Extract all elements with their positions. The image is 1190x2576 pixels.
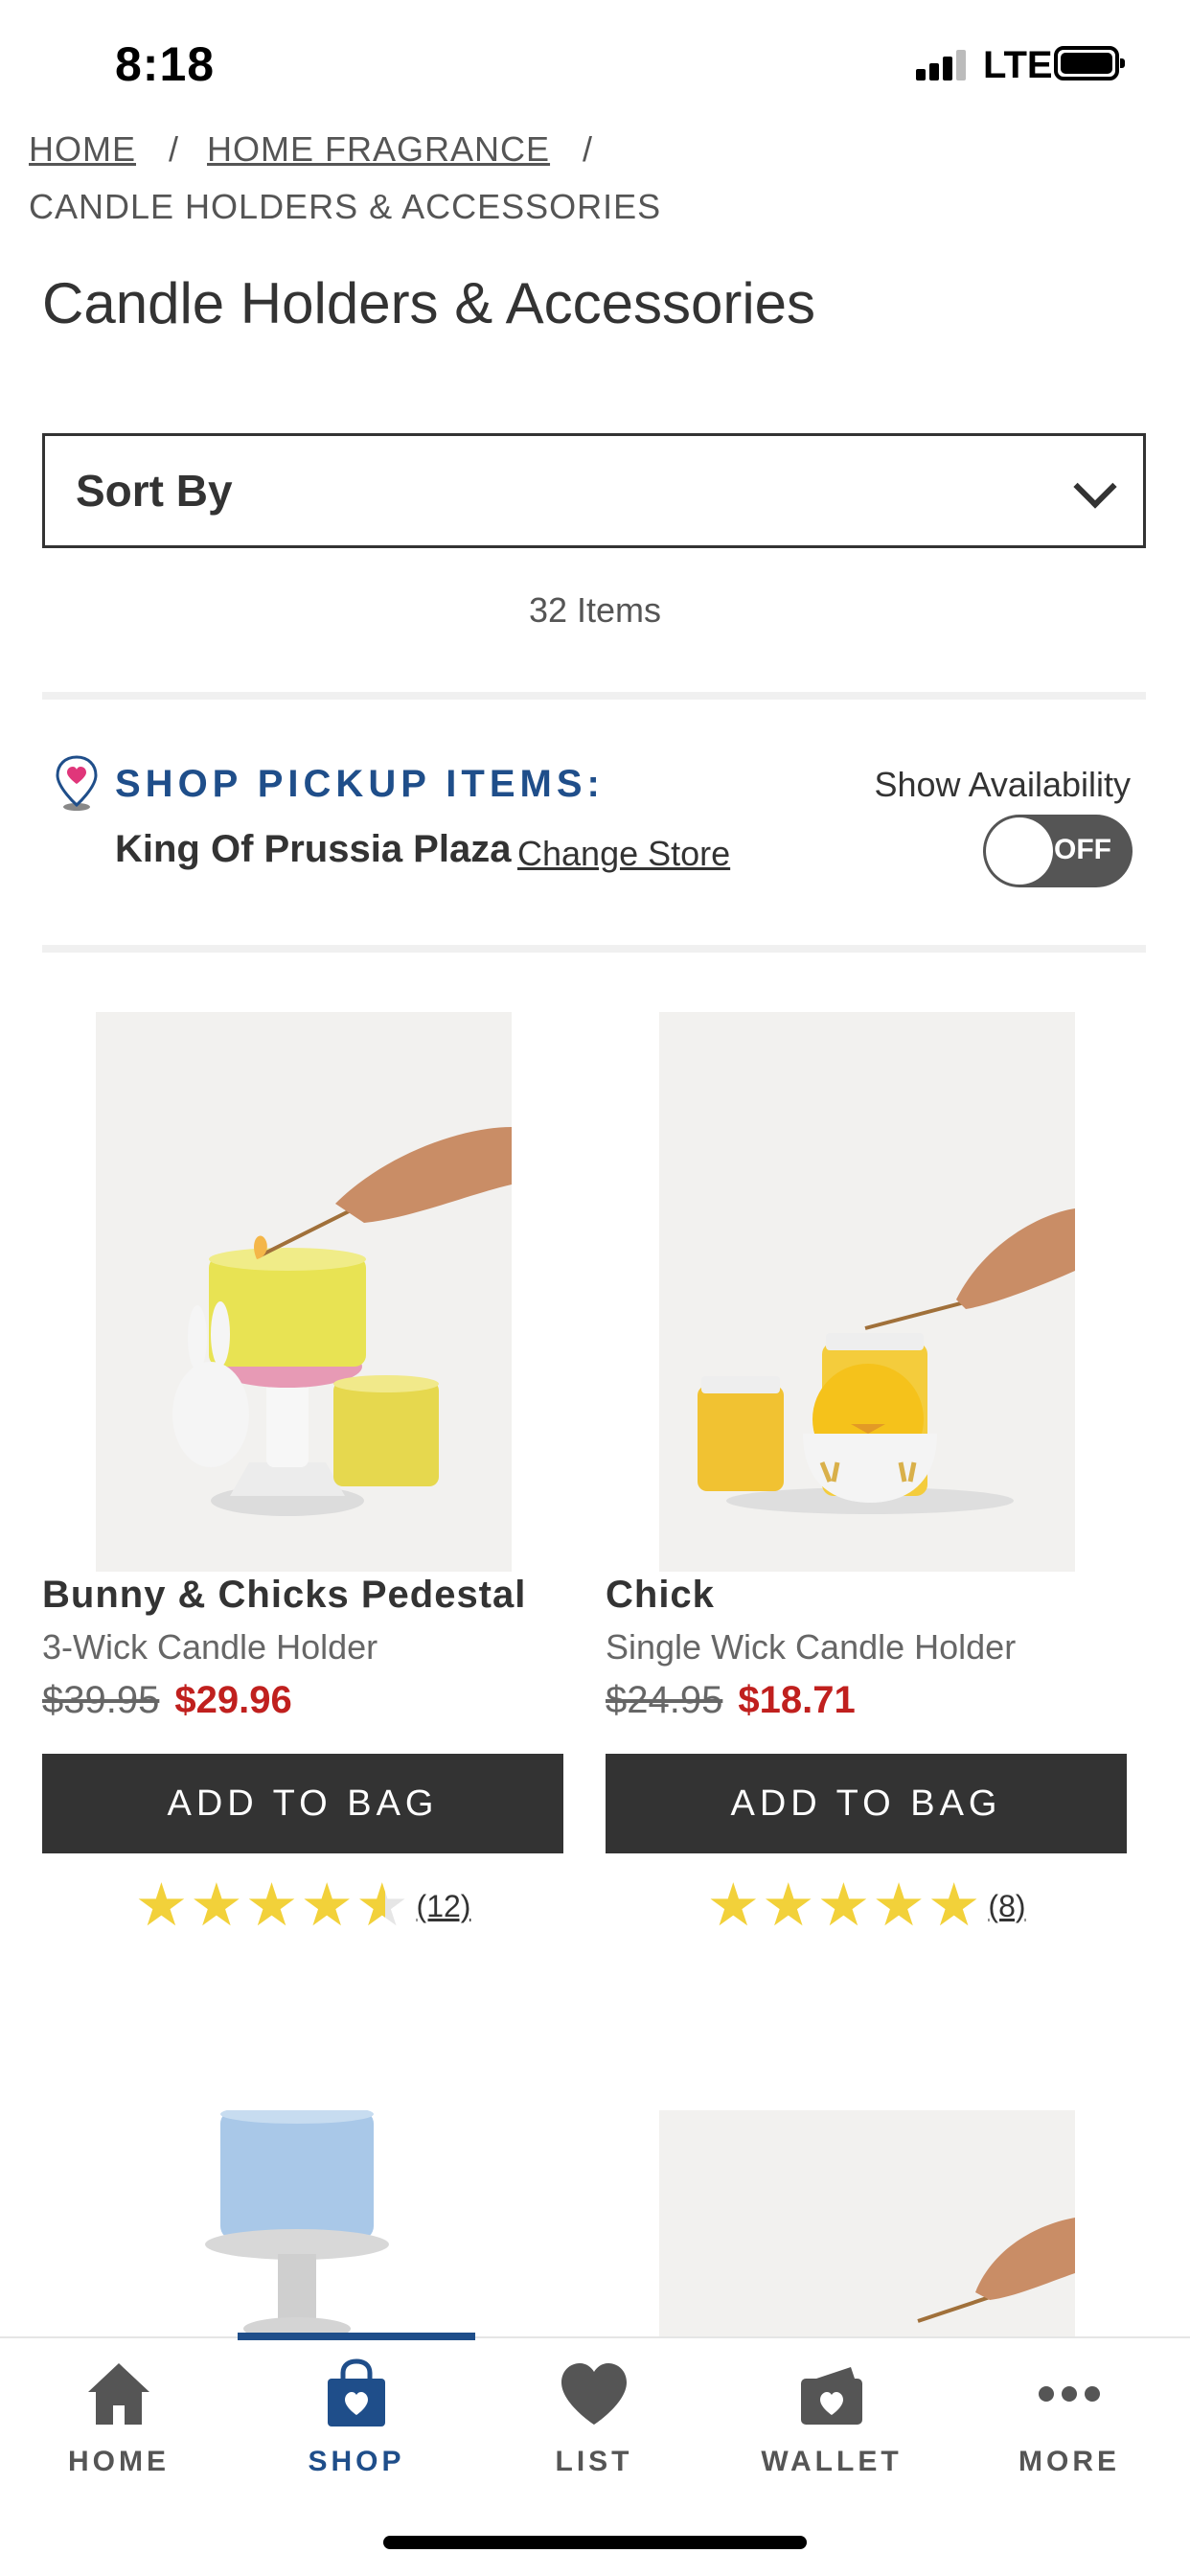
pickup-title: SHOP PICKUP ITEMS: xyxy=(115,763,605,805)
star-icon: ★ xyxy=(134,1873,189,1939)
nav-shop-label: SHOP xyxy=(308,2446,405,2477)
chevron-down-icon xyxy=(1072,470,1114,512)
divider xyxy=(42,945,1146,953)
nav-home-label: HOME xyxy=(68,2446,170,2477)
breadcrumb-current: CANDLE HOLDERS & ACCESSORIES xyxy=(29,187,662,226)
review-count[interactable]: (8) xyxy=(988,1889,1025,1924)
nav-more[interactable]: MORE xyxy=(950,2358,1188,2478)
store-name: King Of Prussia Plaza xyxy=(115,828,512,870)
star-icon: ★ xyxy=(300,1873,354,1939)
product-price: $39.95 $29.96 xyxy=(42,1679,563,1722)
product-subtitle: 3-Wick Candle Holder xyxy=(42,1627,378,1667)
battery-icon xyxy=(1054,46,1125,80)
add-to-bag-button[interactable]: ADD TO BAG xyxy=(606,1754,1127,1853)
product-price: $24.95 $18.71 xyxy=(606,1679,1127,1722)
product-image-chick[interactable] xyxy=(659,1012,1075,1572)
items-count: 32 Items xyxy=(528,590,662,630)
heart-icon xyxy=(561,2363,627,2425)
nav-wallet[interactable]: WALLET xyxy=(713,2358,950,2478)
nav-wallet-label: WALLET xyxy=(761,2446,903,2477)
product-image-bunny-pedestal[interactable] xyxy=(96,1012,512,1572)
nav-list-label: LIST xyxy=(555,2446,633,2477)
wallet-icon xyxy=(801,2367,862,2425)
original-price: $24.95 xyxy=(606,1679,723,1721)
home-indicator xyxy=(383,2536,807,2549)
star-icon: ★ xyxy=(816,1873,871,1939)
sort-by-dropdown[interactable]: Sort By xyxy=(42,433,1146,548)
half-star-icon: ★ xyxy=(355,1873,409,1939)
location-pin-icon xyxy=(56,755,98,811)
product-image-match-candle[interactable] xyxy=(659,2110,1075,2336)
breadcrumb-home-link[interactable]: HOME xyxy=(29,129,136,169)
product-image-pedestal-stand[interactable] xyxy=(96,2110,512,2336)
star-icon: ★ xyxy=(190,1873,243,1939)
star-icon: ★ xyxy=(762,1873,815,1939)
signal-icon xyxy=(916,50,970,80)
add-to-bag-button[interactable]: ADD TO BAG xyxy=(42,1754,563,1853)
product-name[interactable]: Bunny & Chicks Pedestal xyxy=(42,1574,563,1617)
breadcrumb: HOME / HOME FRAGRANCE / CANDLE HOLDERS & AC… xyxy=(29,121,1159,236)
nav-more-label: MORE xyxy=(1018,2446,1120,2477)
change-store-link[interactable]: Change Store xyxy=(517,834,730,874)
shopping-bag-icon xyxy=(328,2358,385,2426)
nav-list[interactable]: LIST xyxy=(475,2358,713,2478)
more-dots-icon xyxy=(1039,2386,1100,2402)
sort-by-label: Sort By xyxy=(76,466,233,516)
star-icon: ★ xyxy=(244,1873,299,1939)
breadcrumb-separator: / xyxy=(583,129,593,169)
nav-shop[interactable]: SHOP xyxy=(238,2358,475,2478)
availability-toggle[interactable]: OFF xyxy=(983,815,1133,887)
breadcrumb-home-fragrance-link[interactable]: HOME FRAGRANCE xyxy=(207,129,550,169)
active-tab-indicator xyxy=(238,2333,475,2340)
page-title: Candle Holders & Accessories xyxy=(42,271,816,335)
network-label: LTE xyxy=(983,44,1053,86)
show-availability-label: Show Availability xyxy=(874,765,1132,804)
star-icon: ★ xyxy=(872,1873,926,1939)
sale-price: $29.96 xyxy=(174,1679,292,1721)
star-icon: ★ xyxy=(706,1873,761,1939)
product-rating[interactable]: ★ ★ ★ ★ ★ (8) xyxy=(606,1876,1127,1936)
star-icon: ★ xyxy=(927,1873,981,1939)
toggle-knob xyxy=(986,817,1053,885)
original-price: $39.95 xyxy=(42,1679,160,1721)
product-rating[interactable]: ★ ★ ★ ★ ★ (12) xyxy=(42,1876,563,1936)
sale-price: $18.71 xyxy=(738,1679,856,1721)
product-name[interactable]: Chick xyxy=(606,1574,1127,1617)
breadcrumb-separator: / xyxy=(169,129,179,169)
home-icon xyxy=(88,2363,149,2425)
status-time: 8:18 xyxy=(115,37,216,91)
nav-home[interactable]: HOME xyxy=(0,2358,238,2478)
toggle-state-label: OFF xyxy=(1054,834,1111,865)
product-subtitle: Single Wick Candle Holder xyxy=(606,1627,1017,1667)
review-count[interactable]: (12) xyxy=(417,1889,471,1924)
divider xyxy=(42,692,1146,700)
